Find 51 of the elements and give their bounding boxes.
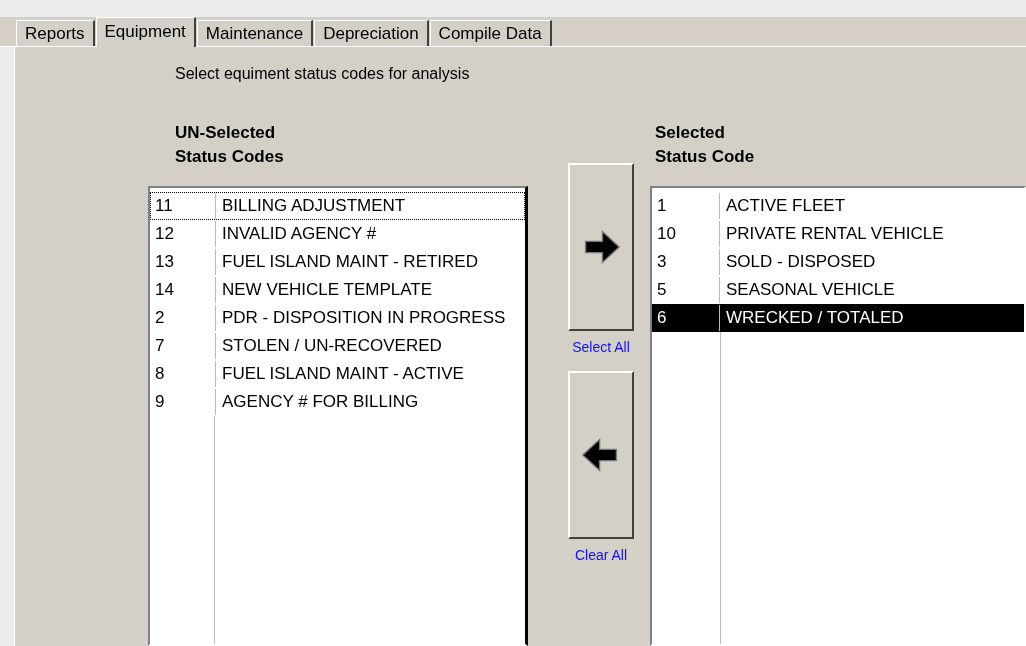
description-cell-text: PDR - DISPOSITION IN PROGRESS — [221, 308, 506, 328]
code-cell: 1 — [653, 193, 720, 219]
description-cell-text: FUEL ISLAND MAINT - ACTIVE — [221, 364, 464, 384]
list-row[interactable]: 9 AGENCY # FOR BILLING — [150, 388, 525, 416]
code-cell: 9 — [151, 389, 216, 415]
list-row[interactable]: 11 BILLING ADJUSTMENT — [150, 192, 525, 220]
instruction-text: Select equiment status codes for analysis — [175, 65, 471, 83]
description-cell-text: SOLD - DISPOSED — [725, 252, 876, 272]
link[interactable]: Clear All — [574, 547, 628, 563]
code-cell: 11 — [151, 193, 216, 219]
description-cell-text: PRIVATE RENTAL VEHICLE — [725, 224, 944, 244]
list-row[interactable]: 1 ACTIVE FLEET — [652, 192, 1024, 220]
tab[interactable]: Maintenance — [196, 20, 314, 46]
code-cell: 5 — [653, 277, 720, 303]
description-cell-text: FUEL ISLAND MAINT - RETIRED — [221, 252, 478, 272]
description-cell-text: STOLEN / UN-RECOVERED — [221, 336, 442, 356]
code-cell: 14 — [151, 277, 216, 303]
list-row[interactable]: 10 PRIVATE RENTAL VEHICLE — [652, 220, 1024, 248]
list-heading: UN-Selected Status Codes — [175, 122, 285, 168]
description-cell-text: AGENCY # FOR BILLING — [221, 392, 419, 412]
code-cell: 12 — [151, 221, 216, 247]
move-button[interactable] — [568, 371, 634, 539]
list-row[interactable]: 8 FUEL ISLAND MAINT - ACTIVE — [150, 360, 525, 388]
code-cell: 10 — [653, 221, 720, 247]
code-cell: 8 — [151, 361, 216, 387]
tab[interactable]: Depreciation — [314, 20, 429, 46]
list-row[interactable]: 2 PDR - DISPOSITION IN PROGRESS — [150, 304, 525, 332]
code-cell: 3 — [653, 249, 720, 275]
list-row[interactable]: 14 NEW VEHICLE TEMPLATE — [150, 276, 525, 304]
link[interactable]: Select All — [572, 339, 630, 355]
list-row[interactable]: 12 INVALID AGENCY # — [150, 220, 525, 248]
list-row[interactable]: 3 SOLD - DISPOSED — [652, 248, 1024, 276]
code-cell: 2 — [151, 305, 216, 331]
list-row[interactable]: 13 FUEL ISLAND MAINT - RETIRED — [150, 248, 525, 276]
tab[interactable]: Equipment — [95, 17, 196, 47]
tab[interactable]: Compile Data — [429, 20, 552, 46]
description-cell-text: NEW VEHICLE TEMPLATE — [221, 280, 433, 300]
list-heading: Selected Status Code — [655, 122, 756, 168]
description-cell-text: ACTIVE FLEET — [725, 196, 846, 216]
move-button[interactable] — [568, 163, 634, 331]
list-row[interactable]: 5 SEASONAL VEHICLE — [652, 276, 1024, 304]
tab[interactable]: Reports — [16, 20, 95, 46]
list-row[interactable]: 6 WRECKED / TOTALED — [652, 304, 1024, 332]
code-cell: 6 — [653, 305, 720, 331]
description-cell-text: BILLING ADJUSTMENT — [221, 196, 406, 216]
description-cell-text: INVALID AGENCY # — [221, 224, 377, 244]
description-cell-text: WRECKED / TOTALED — [725, 308, 904, 328]
code-cell: 7 — [151, 333, 216, 359]
description-cell-text: SEASONAL VEHICLE — [725, 280, 895, 300]
list-row[interactable]: 7 STOLEN / UN-RECOVERED — [150, 332, 525, 360]
code-cell: 13 — [151, 249, 216, 275]
